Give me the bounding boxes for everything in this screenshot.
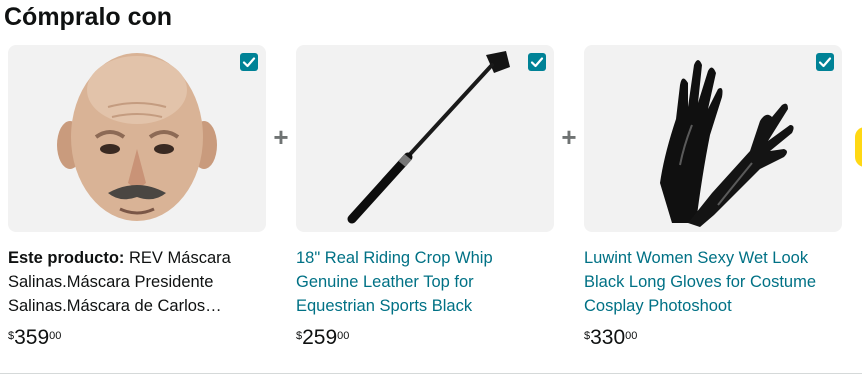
product-title-link[interactable]: 18" Real Riding Crop Whip Genuine Leathe…: [296, 246, 546, 318]
product-card-gloves: Luwint Women Sexy Wet Look Black Long Gl…: [584, 45, 842, 352]
riding-crop-image: [347, 51, 510, 224]
product-title-link[interactable]: Luwint Women Sexy Wet Look Black Long Gl…: [584, 246, 834, 318]
include-checkbox[interactable]: [240, 53, 258, 71]
scroll-next-button-edge[interactable]: [855, 127, 862, 167]
include-checkbox[interactable]: [528, 53, 546, 71]
product-price: $ 330 00: [584, 326, 842, 352]
check-icon: [818, 57, 832, 68]
plus-separator: +: [561, 122, 577, 152]
price-whole: 359: [14, 326, 50, 349]
price-fraction: 00: [337, 330, 350, 342]
section-title: Cómpralo con: [4, 3, 173, 31]
mask-image: [57, 53, 217, 221]
product-price: $ 259 00: [296, 326, 554, 352]
product-image-gloves[interactable]: [584, 45, 842, 232]
product-card-current: Este producto: REV Máscara Salinas.Másca…: [8, 45, 266, 352]
check-icon: [530, 57, 544, 68]
gloves-image: [660, 60, 794, 227]
plus-separator: +: [273, 122, 289, 152]
check-icon: [242, 57, 256, 68]
price-fraction: 00: [49, 330, 62, 342]
include-checkbox[interactable]: [816, 53, 834, 71]
price-fraction: 00: [625, 330, 638, 342]
product-image-crop[interactable]: [296, 45, 554, 232]
section-divider: [0, 373, 862, 374]
product-price: $ 359 00: [8, 326, 266, 352]
price-whole: 330: [590, 326, 626, 349]
this-product-label: Este producto:: [8, 249, 125, 267]
product-card-crop: 18" Real Riding Crop Whip Genuine Leathe…: [296, 45, 554, 352]
product-description: Este producto: REV Máscara Salinas.Másca…: [8, 246, 258, 318]
price-whole: 259: [302, 326, 338, 349]
product-image-mask[interactable]: [8, 45, 266, 232]
